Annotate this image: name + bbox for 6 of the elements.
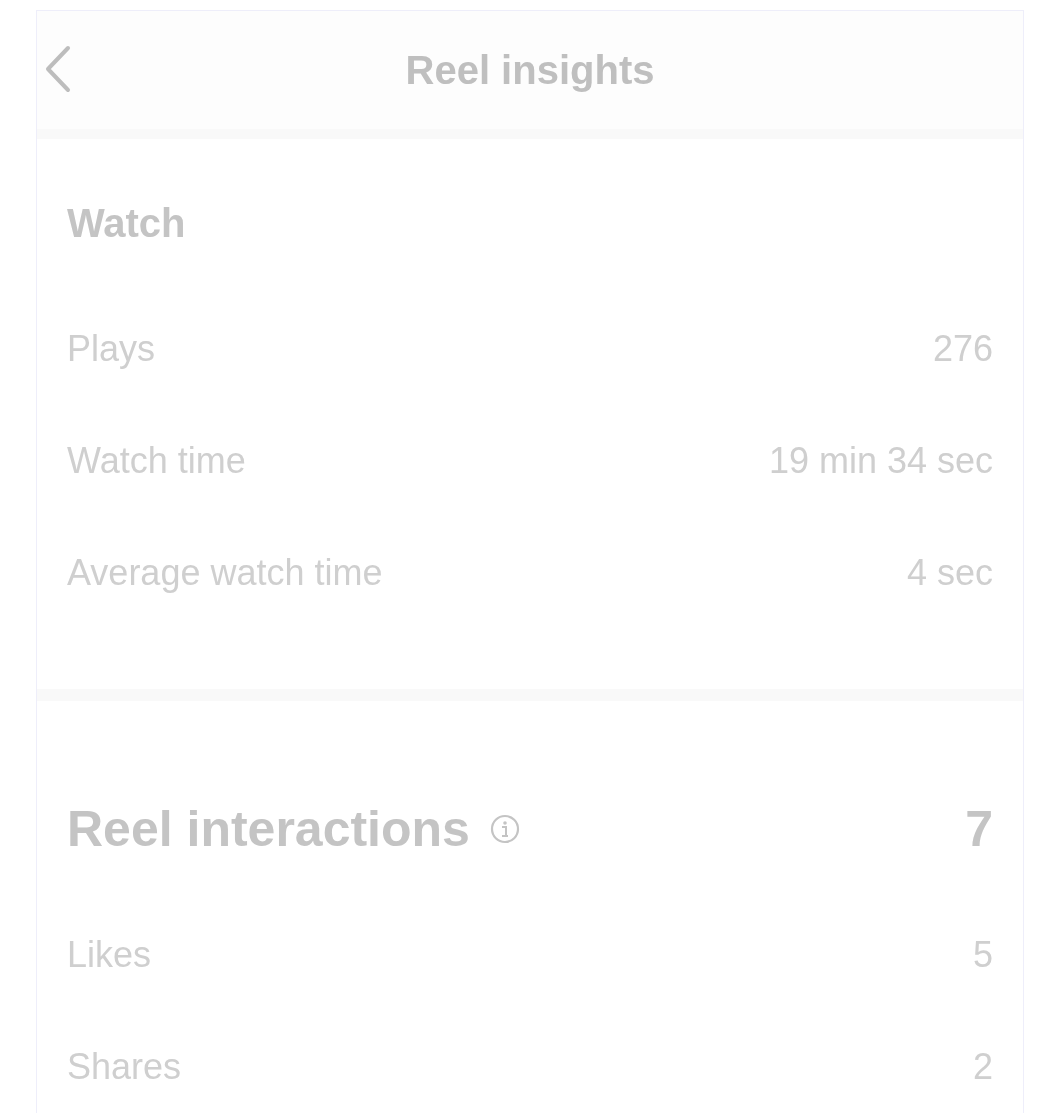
screen-title: Reel insights — [405, 47, 655, 93]
total-value: 7 — [965, 800, 993, 858]
section-title: Reel interactions — [67, 800, 470, 858]
back-button[interactable] — [45, 45, 71, 93]
info-icon[interactable] — [489, 814, 520, 844]
section-title: Watch — [67, 200, 186, 246]
